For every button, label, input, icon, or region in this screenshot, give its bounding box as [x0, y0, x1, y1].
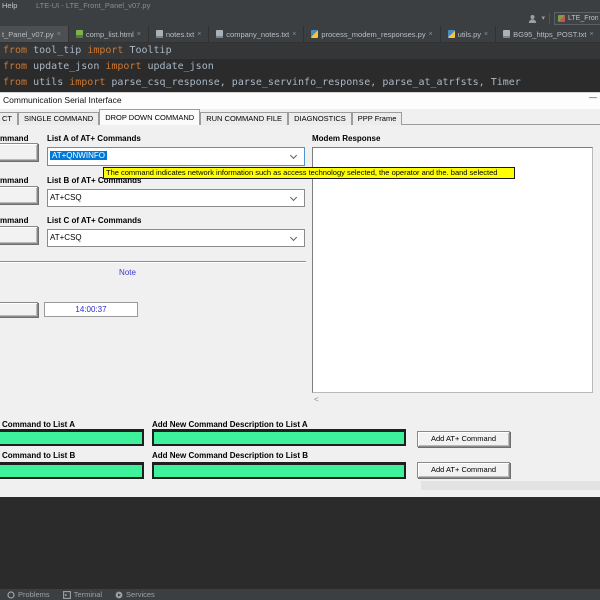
editor-tab-label: comp_list.html: [85, 29, 134, 39]
list-a-label: List A of AT+ Commands: [47, 134, 141, 143]
list-a-selected-value: AT+QNWINFO: [50, 151, 107, 160]
editor-tab-bar: t_Panel_v07.py × comp_list.html × notes.…: [0, 26, 600, 43]
send-command-label-partial: mmand: [0, 134, 29, 143]
close-icon[interactable]: ×: [292, 31, 296, 38]
add-command-a-label-partial: Command to List A: [2, 420, 76, 429]
statusbar-terminal[interactable]: Terminal: [62, 590, 102, 599]
problems-icon: [7, 590, 15, 599]
list-c-selected-value: AT+CSQ: [50, 233, 82, 242]
ide-statusbar: Problems Terminal Services: [0, 588, 600, 600]
new-description-b-input[interactable]: [152, 462, 406, 479]
editor-tab-label: t_Panel_v07.py: [2, 29, 54, 39]
terminal-icon: [62, 590, 71, 599]
close-icon[interactable]: ×: [197, 31, 201, 38]
send-command-a-button[interactable]: [0, 143, 38, 161]
chevron-down-icon[interactable]: [289, 233, 298, 242]
close-icon[interactable]: ×: [137, 31, 141, 38]
services-icon: [115, 591, 123, 598]
minimize-button[interactable]: —: [589, 93, 597, 102]
code-line: from utils import parse_csq_response, pa…: [3, 77, 521, 88]
editor-tab-comp-list[interactable]: comp_list.html ×: [69, 26, 149, 42]
ide-titlebar: Help LTE-UI - LTE_Front_Panel_v07.py: [0, 0, 600, 11]
send-command-c-button[interactable]: [0, 226, 38, 244]
tab-ppp-frame[interactable]: PPP Frame: [351, 112, 403, 125]
add-description-a-label: Add New Command Description to List A: [152, 420, 308, 429]
list-b-combobox[interactable]: AT+CSQ: [47, 189, 305, 207]
menu-help[interactable]: Help: [2, 1, 17, 10]
list-c-combobox[interactable]: AT+CSQ: [47, 229, 305, 247]
run-config-label: LTE_Fron: [568, 15, 598, 22]
editor-tab-label: BG95_https_POST.txt: [513, 29, 587, 39]
python-file-icon: [447, 30, 455, 38]
app-titlebar: Communication Serial Interface —: [0, 93, 600, 109]
code-line: from update_json import update_json: [3, 61, 214, 72]
ide-toolbar: ▾ LTE_Fron: [0, 11, 600, 26]
code-line: from tool_tip import Tooltip: [0, 43, 600, 59]
chevron-down-icon[interactable]: ▾: [541, 15, 545, 22]
editor-tab-process-modem[interactable]: process_modem_responses.py ×: [304, 26, 441, 42]
text-file-icon: [216, 30, 224, 38]
add-command-b-label-partial: Command to List B: [2, 451, 76, 460]
editor-tab-label: company_notes.txt: [226, 29, 290, 39]
chevron-down-icon[interactable]: [289, 151, 298, 160]
send-command-label-partial: mmand: [0, 176, 29, 185]
add-description-b-label: Add New Command Description to List B: [152, 451, 309, 460]
run-config-selector[interactable]: LTE_Fron: [554, 12, 600, 25]
close-icon[interactable]: ×: [589, 31, 593, 38]
list-a-combobox[interactable]: AT+QNWINFO: [47, 147, 305, 166]
send-command-label-partial: mmand: [0, 216, 29, 225]
close-icon[interactable]: ×: [484, 31, 488, 38]
editor-tab-label: notes.txt: [165, 29, 195, 39]
tab-connect-partial[interactable]: CT: [0, 112, 18, 125]
editor-tab-notes[interactable]: notes.txt ×: [149, 26, 210, 42]
tab-diagnostics[interactable]: DIAGNOSTICS: [288, 112, 352, 125]
statusbar-services[interactable]: Services: [115, 590, 155, 599]
command-tooltip: The command indicates network informatio…: [103, 167, 515, 179]
toolbar-divider: [549, 13, 550, 24]
new-command-b-input[interactable]: [0, 462, 144, 479]
ide-window-title: LTE-UI - LTE_Front_Panel_v07.py: [36, 1, 151, 10]
window-edge: [421, 481, 600, 490]
editor-tab-lte-front-panel[interactable]: t_Panel_v07.py ×: [0, 26, 69, 42]
timer-display: 14:00:37: [44, 302, 138, 317]
user-profile-icon[interactable]: [528, 14, 537, 23]
close-icon[interactable]: ×: [57, 31, 61, 38]
close-icon[interactable]: ×: [429, 31, 433, 38]
editor-tab-label: process_modem_responses.py: [321, 29, 426, 39]
ide-editor-background: [0, 497, 600, 588]
text-file-icon: [503, 30, 511, 38]
editor-tab-utils[interactable]: utils.py ×: [441, 26, 497, 42]
code-editor[interactable]: from tool_tip import Tooltip from update…: [0, 43, 600, 92]
add-command-a-button[interactable]: Add AT+ Command: [417, 431, 510, 447]
add-command-b-button[interactable]: Add AT+ Command: [417, 462, 510, 478]
tab-drop-down-command[interactable]: DROP DOWN COMMAND: [99, 109, 201, 125]
send-command-b-button[interactable]: [0, 186, 38, 204]
editor-tab-bg95-post[interactable]: BG95_https_POST.txt ×: [496, 26, 600, 42]
text-file-icon: [155, 30, 163, 38]
editor-tab-company-notes[interactable]: company_notes.txt ×: [209, 26, 305, 42]
scrollbar-left-arrow-icon[interactable]: <: [314, 395, 319, 404]
list-c-label: List C of AT+ Commands: [47, 216, 142, 225]
horizontal-separator: [0, 261, 306, 263]
screen: Help LTE-UI - LTE_Front_Panel_v07.py ▾ L…: [0, 0, 600, 600]
chevron-down-icon[interactable]: [289, 193, 298, 202]
modem-response-textarea[interactable]: [312, 147, 593, 393]
statusbar-problems[interactable]: Problems: [7, 590, 50, 599]
tab-run-command-file[interactable]: RUN COMMAND FILE: [200, 112, 289, 125]
new-command-a-input[interactable]: [0, 429, 144, 446]
note-label: Note: [119, 268, 136, 277]
app-window-title: Communication Serial Interface: [3, 95, 122, 105]
html-file-icon: [75, 30, 83, 38]
timer-button-partial[interactable]: [0, 302, 38, 317]
run-config-icon: [558, 15, 565, 22]
modem-response-label: Modem Response: [312, 134, 381, 143]
tab-single-command[interactable]: SINGLE COMMAND: [18, 112, 100, 125]
list-b-selected-value: AT+CSQ: [50, 193, 82, 202]
ide-header: Help LTE-UI - LTE_Front_Panel_v07.py ▾ L…: [0, 0, 600, 43]
app-window: Communication Serial Interface — CT SING…: [0, 92, 600, 498]
notebook-tab-bar: CT SINGLE COMMAND DROP DOWN COMMAND RUN …: [0, 109, 403, 125]
editor-tab-label: utils.py: [457, 29, 482, 39]
python-file-icon: [311, 30, 319, 38]
new-description-a-input[interactable]: [152, 429, 406, 446]
